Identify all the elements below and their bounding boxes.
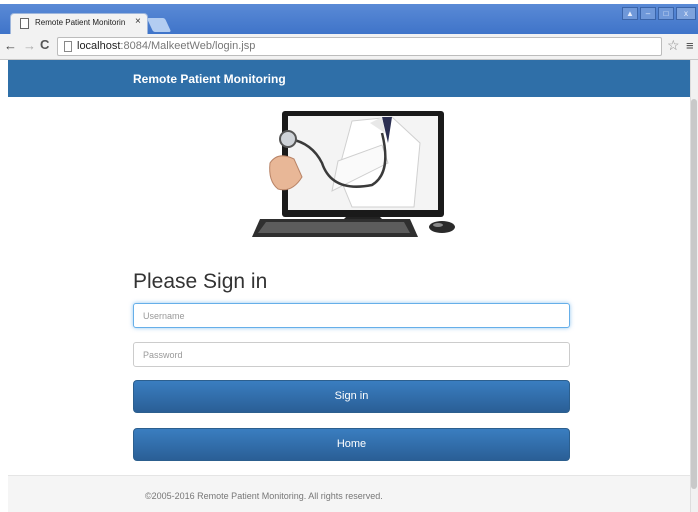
page-content: Remote Patient Monitoring Please Sign in… (8, 60, 690, 512)
home-button[interactable]: Home (133, 428, 570, 461)
close-window-button[interactable]: x (676, 7, 696, 20)
browser-menu-icon[interactable]: ≡ (686, 38, 694, 53)
maximize-button[interactable]: □ (658, 7, 674, 20)
back-icon[interactable]: ← (4, 38, 17, 53)
tab-close-icon[interactable]: × (135, 16, 141, 27)
bookmark-star-icon[interactable]: ☆ (667, 37, 680, 54)
scrollbar-thumb[interactable] (691, 99, 697, 489)
page-icon (64, 41, 72, 52)
stethoscope-head (279, 130, 297, 148)
mouse-highlight (433, 223, 443, 227)
forward-icon[interactable]: → (23, 38, 36, 53)
page-favicon-icon (20, 18, 29, 29)
sign-in-heading: Please Sign in (133, 270, 268, 293)
copyright-text: ©2005-2016 Remote Patient Monitoring. Al… (145, 491, 383, 501)
browser-toolbar: ← → C localhost:8084/MalkeetWeb/login.js… (0, 34, 698, 60)
tab-title: Remote Patient Monitoring (35, 18, 125, 27)
navbar-brand[interactable]: Remote Patient Monitoring (133, 72, 286, 86)
browser-tab[interactable]: Remote Patient Monitoring × (10, 13, 148, 34)
password-field[interactable] (133, 342, 570, 367)
browser-chrome: Remote Patient Monitoring × ▲ – □ x (0, 0, 698, 34)
url-path: :8084/MalkeetWeb/login.jsp (120, 40, 256, 52)
hero-image (252, 111, 455, 237)
minimize-button[interactable]: – (640, 7, 656, 20)
url-host: localhost (77, 40, 121, 52)
username-field[interactable] (133, 303, 570, 328)
sign-in-button[interactable]: Sign in (133, 380, 570, 413)
keyboard-keys (258, 222, 410, 233)
footer: ©2005-2016 Remote Patient Monitoring. Al… (8, 475, 690, 512)
window-controls: ▲ – □ x (622, 7, 696, 20)
reload-icon[interactable]: C (40, 37, 49, 52)
address-bar[interactable]: localhost:8084/MalkeetWeb/login.jsp (57, 37, 662, 56)
user-icon[interactable]: ▲ (622, 7, 638, 20)
url-text[interactable]: localhost:8084/MalkeetWeb/login.jsp (77, 40, 255, 52)
mouse (429, 221, 455, 233)
navbar: Remote Patient Monitoring (8, 60, 690, 97)
